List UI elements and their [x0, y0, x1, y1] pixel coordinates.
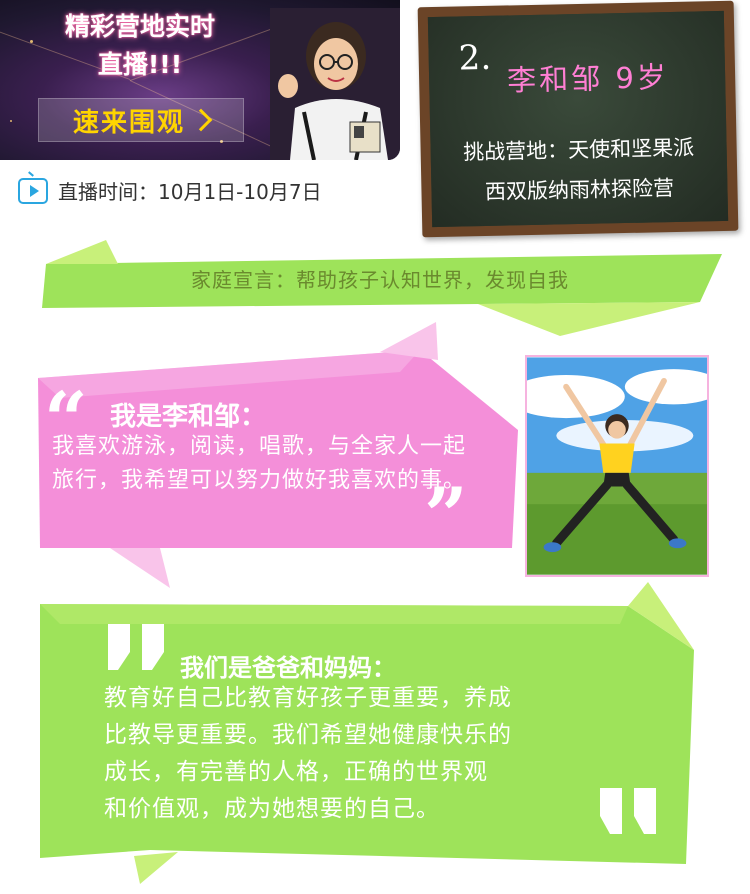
- camp-location: 西双版纳雨林探险营: [484, 176, 675, 204]
- tv-play-icon: [18, 177, 48, 204]
- parent-quote-heading: 我们是爸爸和妈妈：: [180, 654, 396, 682]
- participant-number: 2.: [458, 37, 492, 79]
- live-time-row: 直播时间：10月1日-10月7日: [18, 176, 322, 205]
- watch-now-button[interactable]: 速来围观: [38, 98, 244, 142]
- parent-quote-line: 教育好自己比教育好孩子更重要，养成: [104, 685, 512, 711]
- sparkle: [10, 120, 12, 122]
- ribbon-fold: [46, 240, 118, 264]
- parent-quote-body: 教育好自己比教育好孩子更重要，养成 比教导更重要。我们希望她健康快乐的 成长，有…: [104, 680, 664, 828]
- chalkboard: 2. 李和邹 9岁 挑战营地：天使和坚果派 西双版纳雨林探险营: [417, 0, 739, 238]
- child-quote-heading: 我是李和邹：: [110, 402, 267, 432]
- bubble-tail: [110, 548, 170, 588]
- quote-close-icon: ”: [424, 471, 468, 560]
- watch-now-label: 速来围观: [72, 107, 185, 138]
- parent-quote-line: 比教导更重要。我们希望她健康快乐的: [104, 722, 512, 748]
- live-broadcast-banner[interactable]: 精彩营地实时 直播!!! 速来围观: [0, 0, 400, 160]
- quote-close-icon: [600, 788, 656, 834]
- family-declaration: 家庭宣言：帮助孩子认知世界，发现自我: [191, 268, 569, 292]
- ribbon-fold: [478, 302, 700, 336]
- live-title-line2: 直播!!!: [97, 50, 183, 79]
- bubble-highlight: [40, 604, 628, 624]
- live-banner-title: 精彩营地实时 直播!!!: [20, 8, 260, 84]
- parent-quote-line: 成长，有完善的人格，正确的世界观: [104, 759, 488, 785]
- child-quote-body: 我喜欢游泳，阅读，唱歌，与全家人一起旅行，我希望可以努力做好我喜欢的事。: [52, 434, 467, 493]
- live-time-label: 直播时间：10月1日-10月7日: [58, 180, 322, 204]
- quote-open-icon: [108, 624, 164, 670]
- camp-info: 挑战营地：天使和坚果派 西双版纳雨林探险营: [430, 127, 728, 213]
- camp-name: 挑战营地：天使和坚果派: [462, 135, 695, 165]
- bubble-highlight: [38, 350, 420, 398]
- parent-quote-line: 和价值观，成为她想要的自己。: [104, 796, 440, 822]
- bubble-tail: [134, 852, 178, 884]
- child-holding-card-photo: [270, 8, 400, 160]
- chevron-right-icon: [189, 108, 213, 132]
- jumping-child-photo: [525, 355, 709, 577]
- bubble-fold: [628, 582, 694, 650]
- live-title-line1: 精彩营地实时: [64, 12, 215, 41]
- bubble-fold: [380, 322, 438, 360]
- participant-name-age: 李和邹 9岁: [506, 60, 670, 98]
- chalkboard-surface: 2. 李和邹 9岁 挑战营地：天使和坚果派 西双版纳雨林探险营: [427, 10, 729, 228]
